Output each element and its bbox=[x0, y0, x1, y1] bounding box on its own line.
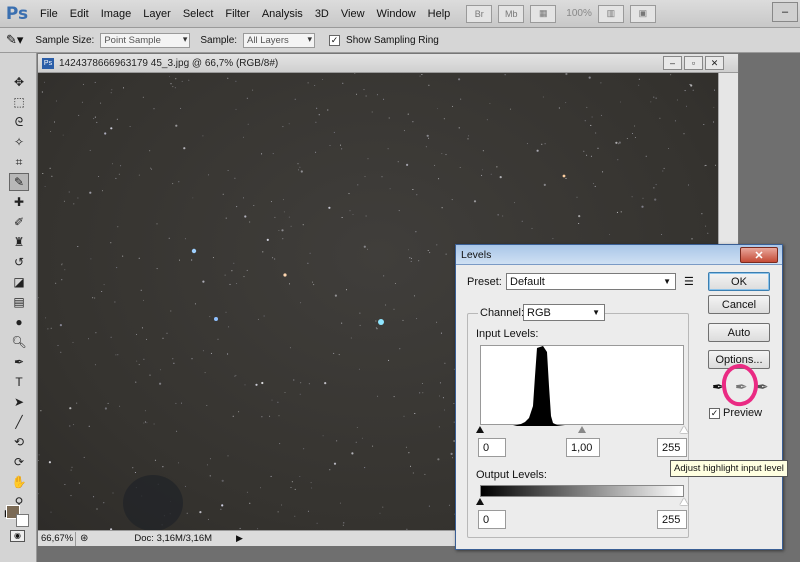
dodge-tool-icon[interactable]: 🔍︎ bbox=[9, 333, 29, 351]
preset-label: Preset: bbox=[467, 276, 502, 288]
photoshop-logo: Ps bbox=[5, 3, 29, 24]
menu-file[interactable]: File bbox=[34, 0, 64, 28]
screen-mode-icon[interactable]: ▣ bbox=[629, 4, 656, 23]
menu-view[interactable]: View bbox=[335, 0, 371, 28]
input-levels-label: Input Levels: bbox=[476, 328, 539, 340]
menu-help[interactable]: Help bbox=[422, 0, 457, 28]
clone-stamp-tool-icon[interactable]: ♜ bbox=[9, 233, 29, 251]
document-info: Doc: 3,16M/3,16M bbox=[134, 533, 213, 544]
input-gamma-field[interactable]: 1,00 bbox=[566, 438, 600, 457]
path-selection-tool-icon[interactable]: ➤ bbox=[9, 393, 29, 411]
menu-window[interactable]: Window bbox=[371, 0, 422, 28]
output-white-slider[interactable] bbox=[680, 498, 688, 505]
line-tool-icon[interactable]: ╱ bbox=[9, 413, 29, 431]
output-gradient-bar bbox=[480, 485, 684, 497]
preview-label: Preview bbox=[723, 407, 763, 419]
doc-close-button[interactable]: ✕ bbox=[705, 56, 724, 70]
doc-minimize-button[interactable]: – bbox=[663, 56, 682, 70]
menubar-tools: Br Mb ▦ 100% ▥ ▣ bbox=[466, 4, 656, 23]
window-controls: – bbox=[772, 2, 798, 22]
menu-select[interactable]: Select bbox=[177, 0, 220, 28]
background-color-swatch[interactable] bbox=[16, 514, 29, 527]
hand-tool-icon[interactable]: ✋ bbox=[9, 473, 29, 491]
brush-tool-icon[interactable]: ✐ bbox=[9, 213, 29, 231]
quick-mask-icon[interactable]: ◉ bbox=[10, 530, 25, 542]
output-black-field[interactable]: 0 bbox=[478, 510, 506, 529]
preset-value: Default bbox=[510, 275, 545, 288]
menu-items: File Edit Image Layer Select Filter Analysis 3D… bbox=[34, 0, 456, 28]
output-levels-label: Output Levels: bbox=[476, 469, 547, 481]
menu-layer[interactable]: Layer bbox=[137, 0, 177, 28]
menu-edit[interactable]: Edit bbox=[64, 0, 95, 28]
status-arrow-icon[interactable]: ▶ bbox=[236, 533, 243, 544]
document-title: 1424378666963179 45_3.jpg @ 66,7% (RGB/8… bbox=[59, 57, 279, 69]
menu-3d[interactable]: 3D bbox=[309, 0, 335, 28]
preset-dropdown[interactable]: Default ▼ bbox=[506, 273, 676, 290]
document-controls: – ▫ ✕ bbox=[663, 56, 724, 70]
pen-tool-icon[interactable]: ✒ bbox=[9, 353, 29, 371]
output-black-slider[interactable] bbox=[476, 498, 484, 505]
status-menu-icon[interactable]: ⊛ bbox=[80, 533, 88, 544]
sample-size-select[interactable]: Point Sample bbox=[100, 32, 191, 48]
doc-restore-button[interactable]: ▫ bbox=[684, 56, 703, 70]
output-white-field[interactable]: 255 bbox=[657, 510, 687, 529]
channel-dropdown[interactable]: RGB ▼ bbox=[523, 304, 605, 321]
show-ring-label: Show Sampling Ring bbox=[346, 34, 439, 46]
bridge-icon[interactable]: Br bbox=[466, 4, 493, 23]
move-tool-icon[interactable]: ✥ bbox=[9, 73, 29, 91]
preset-options-icon[interactable]: ☰ bbox=[684, 275, 694, 288]
3d-orbit-tool-icon[interactable]: ⟳ bbox=[9, 453, 29, 471]
input-white-slider[interactable] bbox=[680, 426, 688, 433]
cancel-button[interactable]: Cancel bbox=[708, 295, 770, 314]
crop-tool-icon[interactable]: ⌗ bbox=[9, 153, 29, 171]
marquee-tool-icon[interactable]: ⬚ bbox=[9, 93, 29, 111]
channel-chevron-icon: ▼ bbox=[592, 308, 600, 317]
healing-brush-tool-icon[interactable]: ✚ bbox=[9, 193, 29, 211]
sample-label: Sample: bbox=[200, 34, 238, 46]
eyedropper-tool-icon[interactable]: ✎ bbox=[9, 173, 29, 191]
levels-title-bar[interactable]: Levels bbox=[456, 245, 782, 265]
levels-title: Levels bbox=[461, 248, 492, 261]
sample-size-label: Sample Size: bbox=[35, 34, 95, 46]
tooltip: Adjust highlight input level bbox=[670, 460, 788, 477]
minimize-button[interactable]: – bbox=[772, 2, 798, 22]
preview-checkbox[interactable]: ✓ bbox=[709, 408, 720, 419]
history-brush-tool-icon[interactable]: ↺ bbox=[9, 253, 29, 271]
ok-button[interactable]: OK bbox=[708, 272, 770, 291]
quick-selection-tool-icon[interactable]: ✧ bbox=[9, 133, 29, 151]
histogram-graph bbox=[481, 346, 685, 426]
blur-tool-icon[interactable]: ● bbox=[9, 313, 29, 331]
levels-close-button[interactable]: ✕ bbox=[740, 247, 778, 263]
menubar-zoom[interactable]: 100% bbox=[566, 8, 592, 19]
preset-chevron-icon: ▼ bbox=[663, 277, 671, 286]
channel-value: RGB bbox=[527, 306, 551, 319]
eraser-tool-icon[interactable]: ◪ bbox=[9, 273, 29, 291]
document-ps-icon: Ps bbox=[42, 57, 54, 69]
document-title-bar[interactable]: Ps 1424378666963179 45_3.jpg @ 66,7% (RG… bbox=[38, 54, 738, 73]
mini-bridge-icon[interactable]: Mb bbox=[498, 4, 525, 23]
type-tool-icon[interactable]: T bbox=[9, 373, 29, 391]
zoom-level-field[interactable]: 66,67% bbox=[38, 531, 76, 546]
input-black-slider[interactable] bbox=[476, 426, 484, 433]
channel-label: Channel: bbox=[478, 307, 527, 319]
view-extras-icon[interactable]: ▦ bbox=[530, 4, 557, 23]
menu-analysis[interactable]: Analysis bbox=[256, 0, 309, 28]
eyedropper-tool-preset-icon[interactable]: ✎▾ bbox=[6, 32, 23, 48]
menu-bar: Ps File Edit Image Layer Select Filter Analysi… bbox=[0, 0, 800, 28]
sample-select[interactable]: All Layers bbox=[243, 32, 316, 48]
show-ring-checkbox[interactable]: ✓ bbox=[329, 34, 341, 46]
input-black-field[interactable]: 0 bbox=[478, 438, 506, 457]
lasso-tool-icon[interactable]: ᘓ bbox=[9, 113, 29, 131]
gradient-tool-icon[interactable]: ▤ bbox=[9, 293, 29, 311]
input-white-field[interactable]: 255 bbox=[657, 438, 687, 457]
options-bar: ✎▾ Sample Size: Point Sample Sample: All… bbox=[0, 28, 800, 53]
3d-rotate-tool-icon[interactable]: ⟲ bbox=[9, 433, 29, 451]
menu-image[interactable]: Image bbox=[95, 0, 138, 28]
menu-filter[interactable]: Filter bbox=[219, 0, 255, 28]
histogram bbox=[480, 345, 685, 426]
arrange-documents-icon[interactable]: ▥ bbox=[597, 4, 624, 23]
auto-button[interactable]: Auto bbox=[708, 323, 770, 342]
tools-panel: ✥ ⬚ ᘓ ✧ ⌗ ✎ ✚ ✐ ♜ ↺ ◪ ▤ ● 🔍︎ ✒ T ➤ ╱ ⟲ ⟳… bbox=[0, 53, 37, 562]
input-gamma-slider[interactable] bbox=[578, 426, 586, 433]
